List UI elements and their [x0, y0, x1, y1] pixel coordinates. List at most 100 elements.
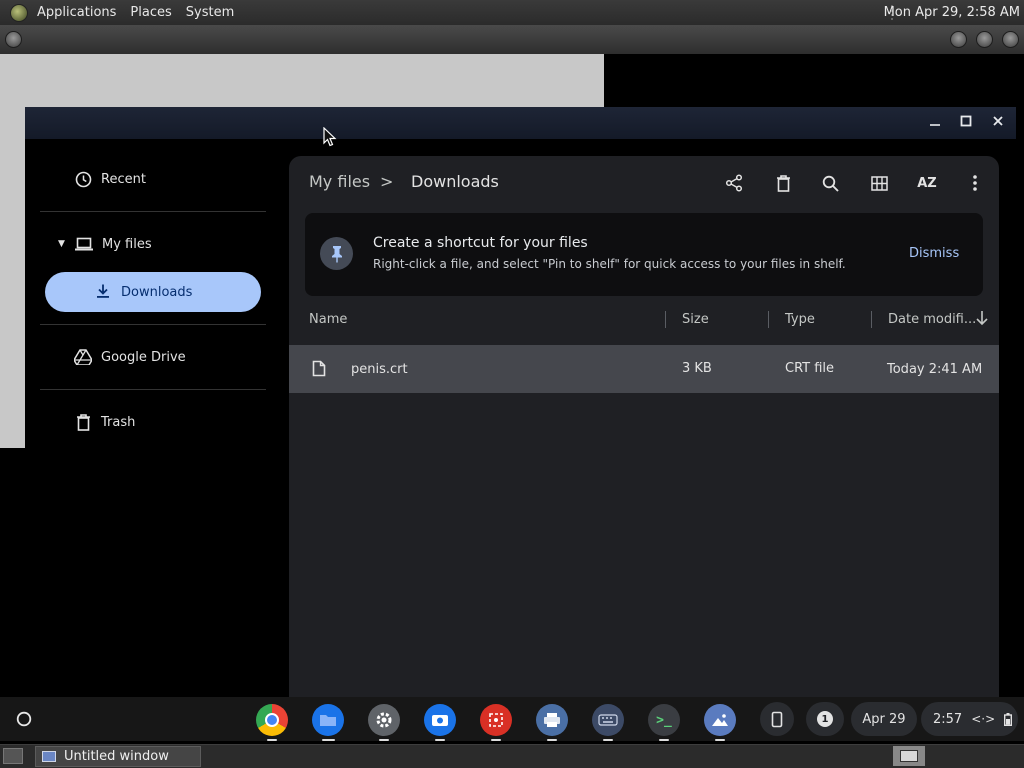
close-button[interactable] — [988, 113, 1008, 133]
sidebar-item-label: Recent — [101, 171, 146, 187]
running-indicator — [379, 739, 389, 741]
running-indicator — [267, 739, 277, 741]
sidebar-item-label: Downloads — [121, 284, 193, 300]
gallery-app-icon[interactable] — [704, 704, 736, 736]
status-tray[interactable]: 2:57 <·> — [921, 702, 1018, 736]
camera-app-icon[interactable] — [424, 704, 456, 736]
sidebar-item-label: My files — [102, 236, 152, 252]
sidebar-item-downloads[interactable]: Downloads — [45, 272, 261, 312]
search-button[interactable] — [817, 170, 843, 196]
sidebar-divider — [40, 389, 266, 390]
phone-hub-button[interactable] — [760, 702, 794, 736]
window-strip — [0, 25, 1024, 54]
column-header-date[interactable]: Date modifi... — [888, 312, 976, 327]
sidebar-item-google-drive[interactable]: Google Drive — [74, 337, 186, 377]
share-button[interactable] — [721, 170, 747, 196]
taskbar-window-button[interactable]: Untitled window — [35, 746, 201, 767]
running-indicator — [603, 739, 613, 741]
laptop-icon — [75, 235, 93, 253]
strip-menu-button[interactable] — [5, 31, 22, 48]
launcher-button[interactable] — [8, 707, 40, 731]
shortcut-banner — [305, 213, 983, 296]
close-icon — [993, 116, 1003, 126]
keyboard-app-icon[interactable] — [592, 704, 624, 736]
column-divider[interactable] — [768, 311, 769, 328]
sort-az-icon: AZ — [917, 175, 937, 191]
running-indicator — [491, 739, 501, 741]
pin-icon — [320, 237, 353, 270]
sidebar-item-label: Trash — [101, 414, 136, 430]
taskbar-window-title: Untitled window — [64, 749, 169, 764]
shelf-date: Apr 29 — [862, 711, 906, 727]
maximize-button[interactable] — [956, 113, 976, 133]
banner-text: Right-click a file, and select "Pin to s… — [373, 257, 846, 271]
column-header-size[interactable]: Size — [682, 312, 709, 327]
printer-app-icon[interactable] — [536, 704, 568, 736]
panel-clock[interactable]: Mon Apr 29, 2:58 AM — [884, 0, 1020, 25]
terminal-app-icon[interactable]: >_ — [648, 704, 680, 736]
strip-maximize-button[interactable] — [976, 31, 993, 48]
screen-capture-app-icon[interactable] — [480, 704, 512, 736]
files-app-icon[interactable] — [312, 704, 344, 736]
maximize-icon — [960, 115, 972, 127]
expand-arrow-icon[interactable]: ▼ — [58, 239, 68, 249]
search-icon — [822, 175, 839, 192]
google-drive-icon — [74, 348, 92, 366]
trash-icon — [74, 413, 92, 431]
running-indicator — [547, 739, 557, 741]
top-panel: Applications Places System Mon Apr 29, 2… — [0, 0, 1024, 25]
notification-button[interactable]: 1 — [806, 702, 844, 736]
chrome-app-icon[interactable] — [256, 704, 288, 736]
notification-count: 1 — [817, 711, 833, 727]
sidebar-item-trash[interactable]: Trash — [74, 402, 135, 442]
show-desktop-icon[interactable] — [3, 748, 23, 764]
launcher-circle-icon — [16, 711, 32, 727]
sidebar-item-label: Google Drive — [101, 349, 186, 365]
mouse-cursor-icon — [323, 127, 337, 147]
sidebar-item-my-files[interactable]: ▼ My files — [58, 224, 152, 264]
phone-icon — [771, 711, 783, 727]
date-tray[interactable]: Apr 29 — [851, 702, 917, 736]
breadcrumb-current[interactable]: Downloads — [411, 172, 499, 191]
download-icon — [95, 283, 111, 303]
column-header-type[interactable]: Type — [785, 312, 815, 327]
minimize-button[interactable] — [925, 113, 945, 133]
breadcrumb-separator: > — [380, 172, 394, 191]
file-size: 3 KB — [682, 361, 712, 376]
workspace-window-thumb — [900, 750, 918, 762]
settings-app-icon[interactable] — [368, 704, 400, 736]
column-divider[interactable] — [871, 311, 872, 328]
grid-view-button[interactable] — [866, 170, 892, 196]
sidebar-divider — [40, 211, 266, 212]
distro-logo-icon[interactable] — [10, 3, 28, 22]
sort-button[interactable]: AZ — [914, 170, 940, 196]
column-divider[interactable] — [665, 311, 666, 328]
dismiss-button[interactable]: Dismiss — [909, 246, 959, 261]
strip-minimize-button[interactable] — [950, 31, 967, 48]
sort-descending-icon[interactable] — [975, 310, 989, 330]
sidebar-item-recent[interactable]: Recent — [74, 159, 146, 199]
file-icon — [312, 360, 326, 381]
network-icon: <·> — [971, 712, 996, 726]
shelf-time: 2:57 — [933, 711, 963, 727]
running-indicator — [435, 739, 445, 741]
clock-icon — [74, 170, 92, 188]
applications-menu[interactable]: Applications — [30, 0, 123, 25]
breadcrumb-root[interactable]: My files — [309, 172, 370, 191]
battery-icon — [1004, 712, 1013, 726]
strip-close-button[interactable] — [1002, 31, 1019, 48]
system-menu[interactable]: System — [179, 0, 241, 25]
running-indicator — [715, 739, 725, 741]
sidebar-divider — [40, 324, 266, 325]
more-options-button[interactable] — [962, 170, 988, 196]
column-header-name[interactable]: Name — [309, 312, 347, 327]
running-indicator — [659, 739, 669, 741]
banner-title: Create a shortcut for your files — [373, 235, 588, 251]
places-menu[interactable]: Places — [123, 0, 178, 25]
window-titlebar[interactable] — [25, 107, 1016, 139]
more-icon — [973, 175, 977, 191]
minimize-icon — [930, 124, 940, 126]
window-icon — [42, 751, 56, 762]
delete-button[interactable] — [770, 170, 796, 196]
share-icon — [725, 174, 743, 192]
